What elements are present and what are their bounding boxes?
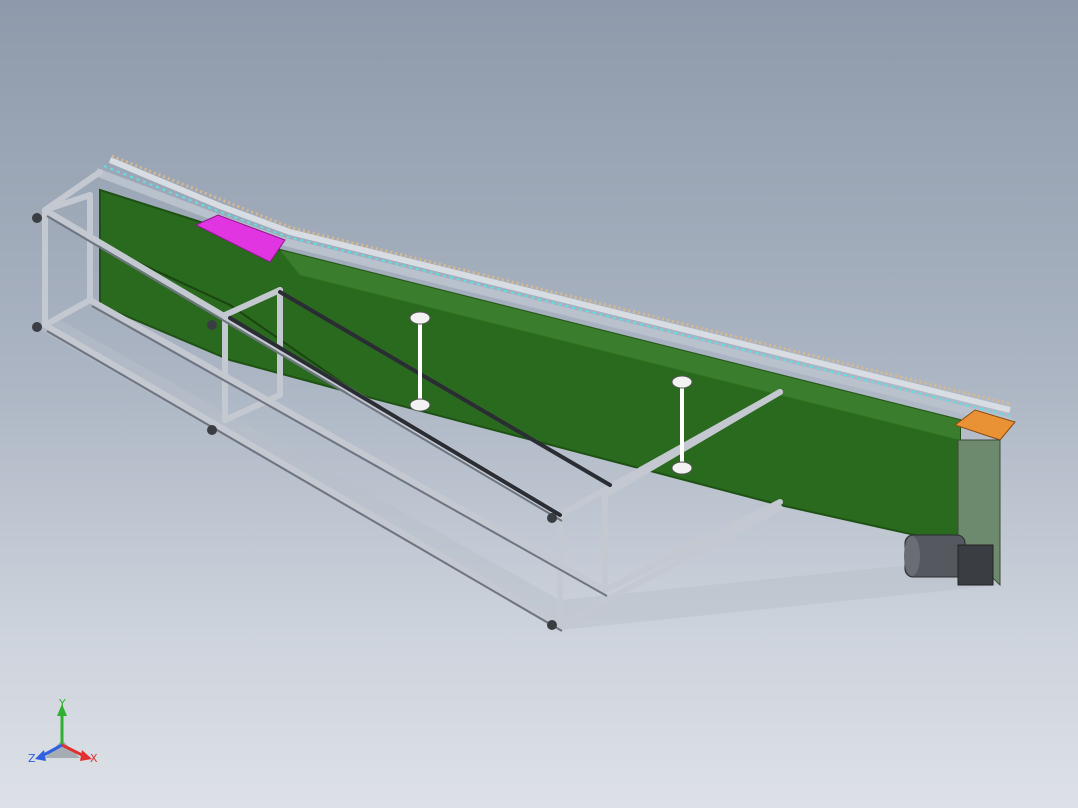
3d-viewport[interactable]: Y X Z: [0, 0, 1078, 808]
triad-x-label: X: [90, 752, 98, 765]
coordinate-triad: Y X Z: [28, 697, 98, 765]
triad-y-label: Y: [58, 697, 66, 710]
triad-z-label: Z: [28, 752, 36, 765]
triad-z-arrow: [35, 750, 46, 761]
